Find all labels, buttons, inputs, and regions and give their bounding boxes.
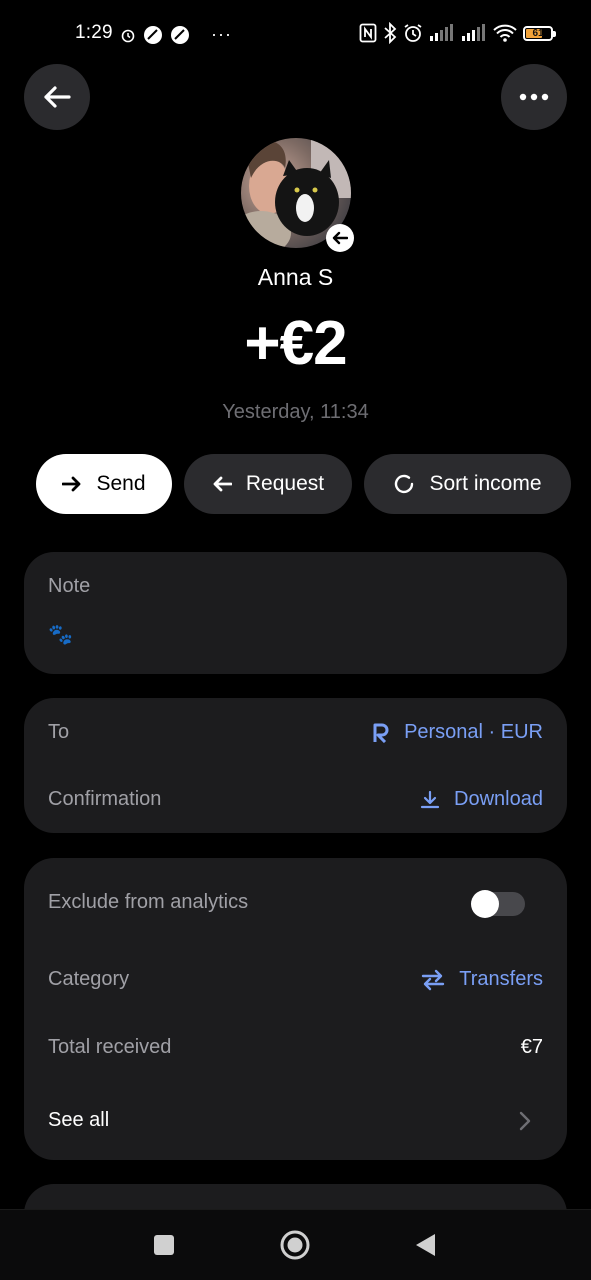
arrow-right-icon xyxy=(62,476,81,492)
more-options-button[interactable] xyxy=(501,64,567,130)
battery-icon: 61 xyxy=(523,25,556,41)
more-horizontal-icon xyxy=(519,93,549,101)
transfer-arrows-icon xyxy=(422,969,445,990)
triangle-back-icon xyxy=(416,1234,435,1256)
total-received-label: Total received xyxy=(48,1036,172,1058)
details-card: To Personal · EUR Confirmation Download xyxy=(24,698,567,833)
request-button[interactable]: Request xyxy=(184,454,352,514)
signal-icon xyxy=(462,24,485,41)
note-card[interactable]: Note 🐾 xyxy=(24,552,567,674)
square-icon xyxy=(154,1235,174,1255)
sort-income-button[interactable]: Sort income xyxy=(364,454,571,514)
alarm-icon xyxy=(404,24,422,42)
note-label: Note xyxy=(48,575,91,597)
back-button[interactable] xyxy=(24,64,90,130)
app-notification-icon xyxy=(171,25,189,44)
incoming-transfer-badge xyxy=(326,224,354,252)
system-navigation-bar xyxy=(0,1209,591,1280)
to-label: To xyxy=(48,721,70,743)
to-account-link[interactable]: Personal · EUR xyxy=(372,721,543,744)
total-received-value: €7 xyxy=(520,1036,543,1058)
sort-income-button-label: Sort income xyxy=(429,472,542,495)
request-button-label: Request xyxy=(245,472,325,495)
download-confirmation-button[interactable]: Download xyxy=(420,788,543,811)
arrow-left-icon xyxy=(44,86,71,108)
chevron-right-icon xyxy=(519,1111,531,1131)
arrow-left-icon xyxy=(213,476,232,492)
status-bar: 1:29 ··· 61 xyxy=(0,0,591,68)
exclude-analytics-label: Exclude from analytics xyxy=(48,891,249,913)
signal-icon xyxy=(430,24,453,41)
bluetooth-icon xyxy=(384,22,397,44)
exclude-analytics-toggle[interactable] xyxy=(471,890,525,918)
transaction-detail-screen: 1:29 ··· 61 Anna S +€2 Yesterday, 11:34 … xyxy=(0,0,591,1280)
refresh-icon xyxy=(395,474,414,494)
category-label: Category xyxy=(48,968,130,990)
send-button-label: Send xyxy=(96,472,146,495)
category-link[interactable]: Transfers xyxy=(421,968,543,991)
to-account-value: Personal · EUR xyxy=(404,721,543,743)
transaction-amount: +€2 xyxy=(244,309,347,378)
nfc-icon xyxy=(359,23,377,43)
battery-level: 61 xyxy=(532,27,544,39)
contact-name: Anna S xyxy=(257,264,334,290)
send-button[interactable]: Send xyxy=(36,454,172,514)
alarm-icon xyxy=(121,29,135,42)
back-nav-button[interactable] xyxy=(410,1230,440,1260)
revolut-r-icon xyxy=(373,723,389,743)
app-notification-icon xyxy=(144,25,162,44)
transaction-date: Yesterday, 11:34 xyxy=(222,401,369,423)
more-notifications-indicator: ··· xyxy=(211,24,232,44)
home-button[interactable] xyxy=(280,1230,310,1260)
wifi-icon xyxy=(493,24,517,42)
home-circle-icon xyxy=(280,1230,310,1260)
status-time: 1:29 xyxy=(75,22,113,43)
note-value: 🐾 xyxy=(48,624,73,646)
download-icon xyxy=(420,790,440,808)
recents-button[interactable] xyxy=(149,1230,179,1260)
confirmation-label: Confirmation xyxy=(48,788,162,810)
analytics-card: Exclude from analytics Category Transfer… xyxy=(24,858,567,1160)
arrow-left-icon xyxy=(332,231,348,245)
download-label: Download xyxy=(454,788,543,810)
see-all-row[interactable]: See all xyxy=(24,1094,567,1148)
see-all-label: See all xyxy=(48,1109,110,1131)
category-value: Transfers xyxy=(459,968,543,990)
